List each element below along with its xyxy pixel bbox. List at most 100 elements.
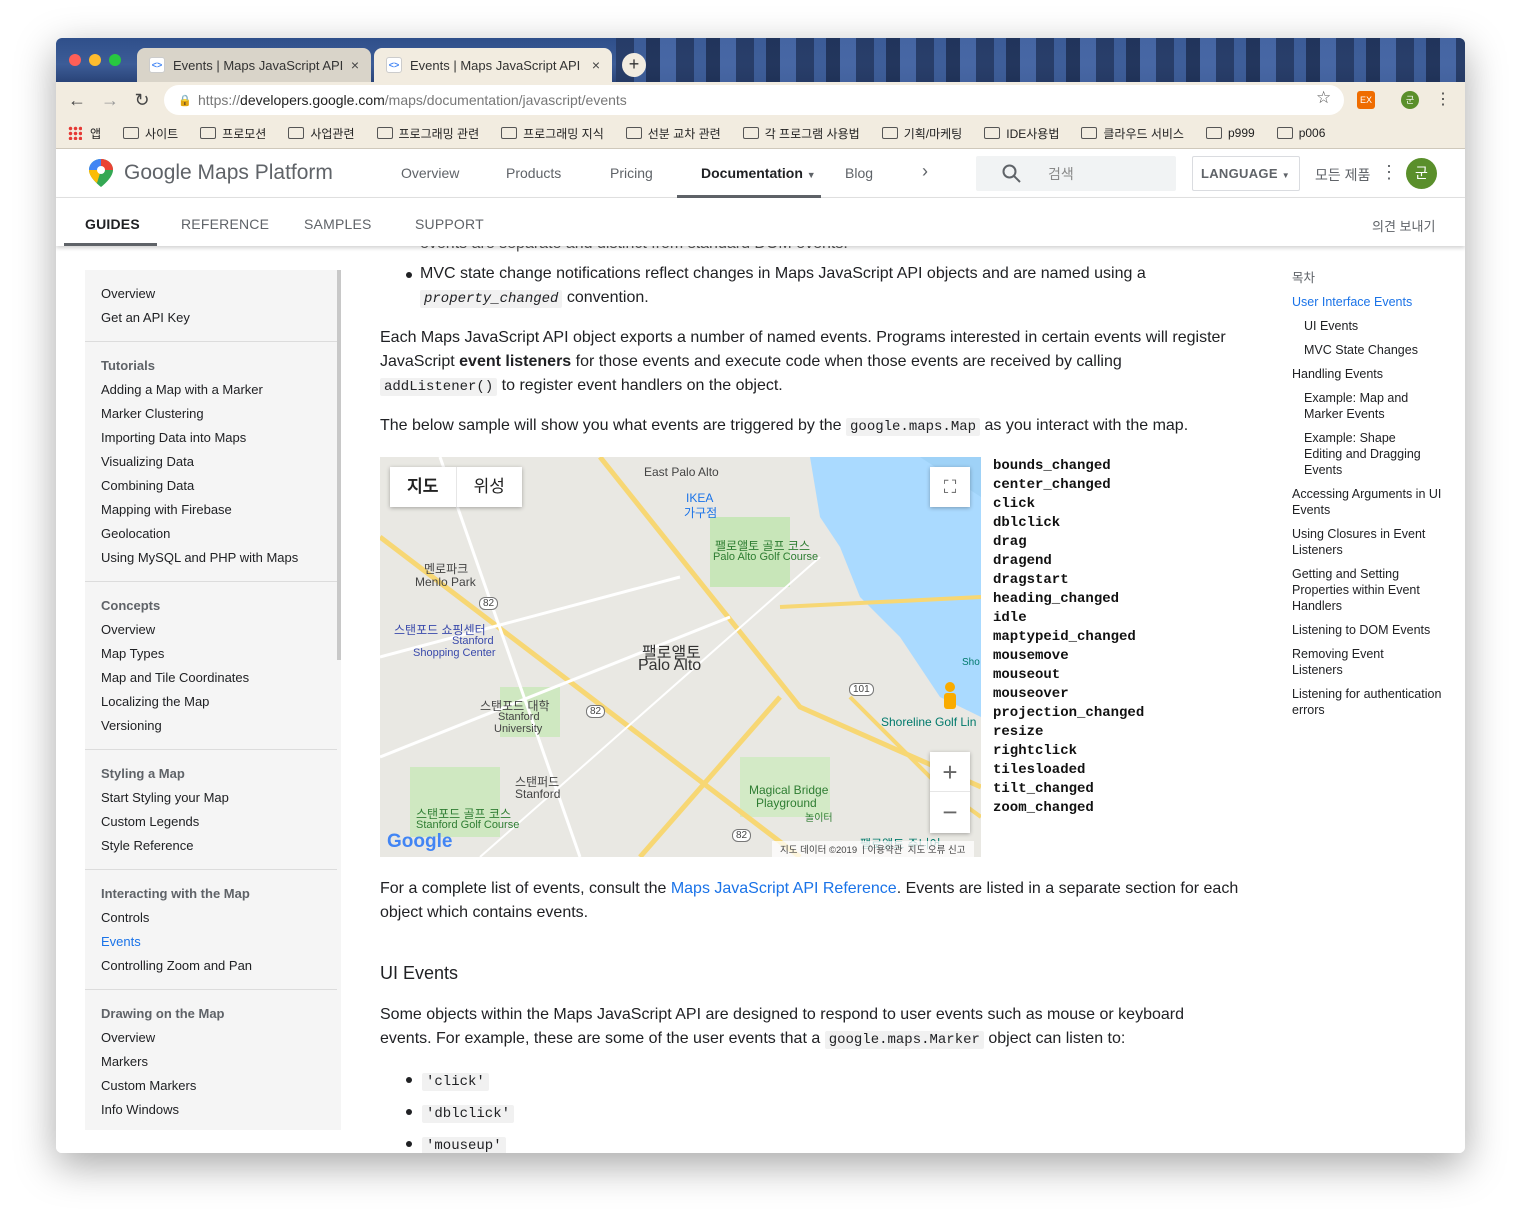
- leftnav-item[interactable]: Adding a Map with a Marker: [101, 382, 263, 397]
- user-avatar[interactable]: 군: [1406, 158, 1437, 189]
- tab-close-icon[interactable]: ×: [351, 57, 359, 73]
- leftnav-item[interactable]: Overview: [101, 286, 155, 301]
- toc-item[interactable]: Listening for authentication errors: [1292, 686, 1442, 718]
- leftnav-item[interactable]: Map and Tile Coordinates: [101, 670, 249, 685]
- toc-item[interactable]: Removing Event Listeners: [1292, 646, 1412, 678]
- minimize-window-button[interactable]: [89, 54, 101, 66]
- tab-close-icon[interactable]: ×: [592, 57, 600, 73]
- leftnav-item[interactable]: Custom Markers: [101, 1078, 196, 1093]
- leftnav-item[interactable]: Marker Clustering: [101, 406, 204, 421]
- leftnav-heading[interactable]: Drawing on the Map: [101, 1006, 225, 1021]
- leftnav-item[interactable]: Map Types: [101, 646, 164, 661]
- topnav-overview[interactable]: Overview: [401, 165, 459, 181]
- forward-arrow-icon[interactable]: →: [99, 89, 121, 111]
- leftnav-item[interactable]: Markers: [101, 1054, 148, 1069]
- map-type-roadmap[interactable]: 지도: [390, 467, 457, 507]
- bookmark-folder[interactable]: 프로그래밍 관련: [376, 125, 479, 142]
- zoom-out-icon[interactable]: −: [930, 792, 970, 832]
- leftnav-item[interactable]: Info Windows: [101, 1102, 179, 1117]
- bookmark-folder[interactable]: 클라우드 서비스: [1081, 125, 1184, 142]
- leftnav-heading[interactable]: Interacting with the Map: [101, 886, 250, 901]
- browser-tab-2[interactable]: <> Events | Maps JavaScript API ×: [374, 48, 612, 82]
- toc-item[interactable]: Listening to DOM Events: [1292, 622, 1447, 638]
- leftnav-item[interactable]: Visualizing Data: [101, 454, 194, 469]
- profile-avatar[interactable]: 군: [1401, 91, 1419, 109]
- map-type-satellite[interactable]: 위성: [457, 467, 523, 507]
- close-window-button[interactable]: [69, 54, 81, 66]
- bookmark-folder[interactable]: 각 프로그램 사용법: [742, 125, 860, 142]
- bookmark-folder[interactable]: 사이트: [123, 125, 178, 142]
- tab-reference[interactable]: REFERENCE: [181, 216, 269, 232]
- bookmark-folder[interactable]: 프로그래밍 지식: [501, 125, 604, 142]
- leftnav-item[interactable]: Start Styling your Map: [101, 790, 229, 805]
- toc-item[interactable]: Handling Events: [1292, 366, 1442, 382]
- toc-item[interactable]: Getting and Setting Properties within Ev…: [1292, 566, 1442, 614]
- toc-item[interactable]: UI Events: [1304, 318, 1444, 334]
- bookmark-folder[interactable]: 프로모션: [200, 125, 266, 142]
- more-vert-icon[interactable]: ⋮: [1380, 162, 1398, 183]
- leftnav-item[interactable]: Controls: [101, 910, 149, 925]
- bookmark-apps[interactable]: 앱: [68, 125, 101, 142]
- leftnav-item[interactable]: Overview: [101, 1030, 155, 1045]
- maps-logo-icon[interactable]: [88, 159, 114, 187]
- topnav-documentation[interactable]: Documentation ▼: [701, 165, 816, 181]
- leftnav-item[interactable]: Versioning: [101, 718, 162, 733]
- language-button[interactable]: LANGUAGE ▼: [1192, 156, 1300, 191]
- leftnav-item[interactable]: Mapping with Firebase: [101, 502, 232, 517]
- map-report-link[interactable]: 지도 오류 신고: [908, 842, 966, 856]
- tab-samples[interactable]: SAMPLES: [304, 216, 372, 232]
- bookmark-folder[interactable]: p006: [1276, 126, 1325, 140]
- leftnav-item[interactable]: Combining Data: [101, 478, 194, 493]
- zoom-in-icon[interactable]: +: [930, 752, 970, 792]
- map-terms-link[interactable]: 이용약관: [868, 842, 903, 856]
- site-brand[interactable]: Google Maps Platform: [124, 161, 333, 185]
- all-products-link[interactable]: 모든 제품: [1315, 165, 1370, 185]
- tab-guides[interactable]: GUIDES: [85, 216, 140, 232]
- leftnav-heading[interactable]: Tutorials: [101, 358, 155, 373]
- leftnav-item[interactable]: Style Reference: [101, 838, 194, 853]
- topnav-blog[interactable]: Blog: [845, 165, 873, 181]
- address-bar[interactable]: 🔒 https://developers.google.com/maps/doc…: [164, 85, 1344, 115]
- bookmark-folder[interactable]: 사업관련: [288, 125, 355, 142]
- leftnav-item[interactable]: Geolocation: [101, 526, 170, 541]
- chrome-menu-icon[interactable]: ⋮: [1432, 89, 1454, 111]
- leftnav-item[interactable]: Overview: [101, 622, 155, 637]
- browser-tab-1[interactable]: <> Events | Maps JavaScript API ×: [137, 48, 371, 82]
- pegman-icon[interactable]: [930, 677, 970, 717]
- send-feedback-link[interactable]: 의견 보내기: [1372, 216, 1435, 235]
- toc-item[interactable]: Example: Shape Editing and Dragging Even…: [1304, 430, 1434, 478]
- interactive-map[interactable]: 지도 위성 ⛶ + − East Palo Alto IKEA 가구점 멘로파크…: [380, 457, 981, 857]
- bookmark-folder[interactable]: 선분 교차 관련: [625, 125, 721, 142]
- tab-support[interactable]: SUPPORT: [415, 216, 484, 232]
- leftnav-item[interactable]: Importing Data into Maps: [101, 430, 246, 445]
- leftnav-heading[interactable]: Styling a Map: [101, 766, 185, 781]
- topnav-pricing[interactable]: Pricing: [610, 165, 653, 181]
- topnav-products[interactable]: Products: [506, 165, 561, 181]
- bookmark-folder[interactable]: IDE사용법: [984, 125, 1059, 142]
- toc-item[interactable]: MVC State Changes: [1304, 342, 1444, 358]
- toc-item[interactable]: Example: Map and Marker Events: [1304, 390, 1434, 422]
- extension-ex-icon[interactable]: EX: [1357, 91, 1375, 109]
- leftnav-item[interactable]: Using MySQL and PHP with Maps: [101, 550, 298, 565]
- leftnav-heading[interactable]: Concepts: [101, 598, 160, 613]
- leftnav-item[interactable]: Controlling Zoom and Pan: [101, 958, 252, 973]
- bookmark-folder[interactable]: p999: [1205, 126, 1255, 140]
- leftnav-item[interactable]: Custom Legends: [101, 814, 199, 829]
- leftnav-item-current[interactable]: Events: [101, 934, 141, 949]
- bookmark-folder[interactable]: 기획/마케팅: [881, 125, 962, 142]
- back-arrow-icon[interactable]: ←: [66, 89, 88, 111]
- fullscreen-icon[interactable]: ⛶: [930, 467, 970, 507]
- leftnav-item[interactable]: Get an API Key: [101, 310, 190, 325]
- maximize-window-button[interactable]: [109, 54, 121, 66]
- chevron-right-icon[interactable]: ›: [922, 161, 928, 182]
- new-tab-button[interactable]: +: [622, 53, 646, 77]
- toc-item-current[interactable]: User Interface Events: [1292, 294, 1442, 310]
- toc-item[interactable]: Accessing Arguments in UI Events: [1292, 486, 1442, 518]
- bookmark-star-icon[interactable]: ☆: [1316, 88, 1331, 108]
- leftnav-item[interactable]: Localizing the Map: [101, 694, 209, 709]
- toc-item[interactable]: Using Closures in Event Listeners: [1292, 526, 1442, 558]
- leftnav-scrollbar[interactable]: [337, 270, 341, 660]
- site-search[interactable]: 검색: [976, 156, 1176, 191]
- reload-icon[interactable]: ↻: [131, 89, 153, 111]
- api-reference-link[interactable]: Maps JavaScript API Reference: [671, 880, 897, 897]
